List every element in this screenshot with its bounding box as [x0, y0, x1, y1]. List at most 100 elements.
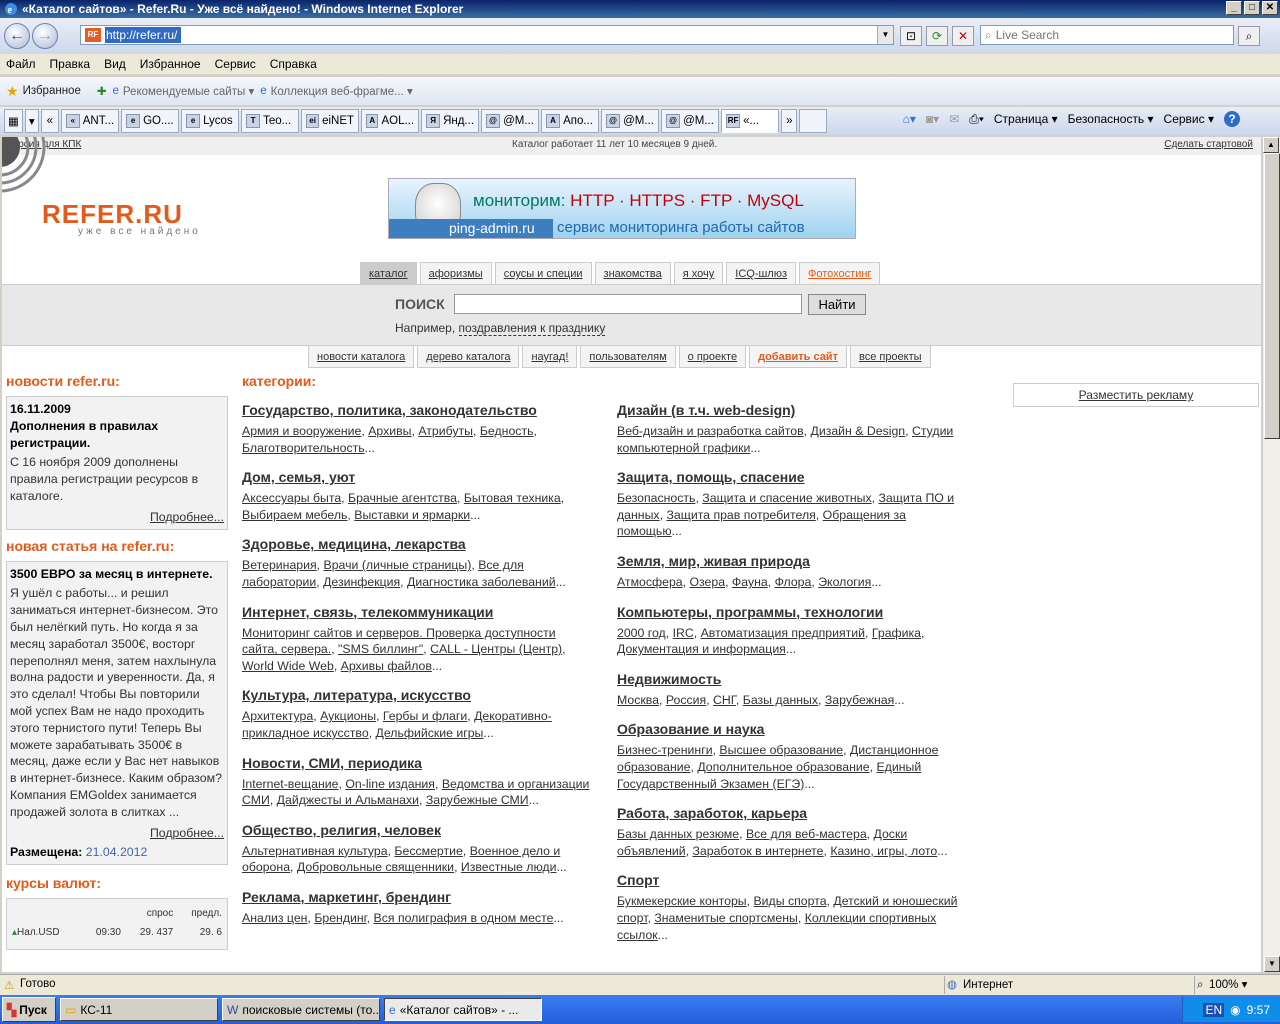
browser-tab[interactable]: «ANT... [61, 109, 120, 133]
browser-tab[interactable]: @ @M... [601, 109, 660, 133]
close-window-button[interactable]: ✕ [1262, 1, 1278, 15]
subcategory-link[interactable]: Брачные агентства [348, 491, 457, 505]
subcategory-link[interactable]: Озера [689, 575, 725, 589]
subcategory-link[interactable]: Альтернативная культура [242, 844, 388, 858]
browser-tab[interactable]: A AOL... [361, 109, 420, 133]
subcategory-link[interactable]: Зарубежная [825, 693, 894, 707]
help-icon[interactable]: ? [1224, 111, 1240, 127]
menu-favorites[interactable]: Избранное [140, 57, 201, 71]
subcategory-link[interactable]: Internet-вещание [242, 777, 338, 791]
category-title-link[interactable]: Образование и наука [617, 721, 967, 737]
subcategory-link[interactable]: Дельфийские игры [376, 726, 484, 740]
subcategory-link[interactable]: Выбираем мебель [242, 508, 347, 522]
nav-dating[interactable]: знакомства [594, 262, 671, 284]
security-menu[interactable]: Безопасность ▾ [1068, 112, 1154, 126]
subcategory-link[interactable]: Анализ цен [242, 911, 307, 925]
nav-icq-gateway[interactable]: ICQ-шлюз [726, 262, 797, 284]
print-icon[interactable]: ⎙▾ [969, 112, 984, 127]
page-menu[interactable]: Страница ▾ [994, 112, 1058, 126]
subcategory-link[interactable]: Документация и информация [617, 642, 786, 656]
search-example-link[interactable]: поздравления к празднику [458, 321, 606, 336]
taskbar-item-word[interactable]: Wпоисковые системы (то... [222, 998, 380, 1021]
browser-tab[interactable]: @ @M... [661, 109, 720, 133]
nav-random[interactable]: наугад! [522, 346, 578, 368]
subcategory-link[interactable]: Безопасность [617, 491, 695, 505]
scroll-thumb[interactable] [1264, 153, 1280, 439]
mail-icon[interactable]: ✉ [949, 112, 959, 126]
subcategory-link[interactable]: Заработок в интернете [692, 844, 823, 858]
subcategory-link[interactable]: Дизайн & Design [811, 424, 906, 438]
subcategory-link[interactable]: Букмекерские конторы [617, 894, 747, 908]
tab-list-button[interactable]: ▾ [24, 109, 39, 133]
subcategory-link[interactable]: Известные люди [461, 860, 557, 874]
zoom-control[interactable]: ⌕ 100% ▾ [1194, 976, 1274, 994]
subcategory-link[interactable]: CALL - Центры (Центр) [430, 642, 562, 656]
new-tab-button[interactable] [799, 109, 828, 133]
category-title-link[interactable]: Спорт [617, 872, 967, 888]
category-title-link[interactable]: Дизайн (в т.ч. web-design) [617, 402, 967, 418]
subcategory-link[interactable]: Высшее образование [719, 743, 843, 757]
stop-icon[interactable]: ✕ [952, 26, 974, 46]
minimize-button[interactable]: _ [1226, 1, 1242, 15]
subcategory-link[interactable]: Защита и спасение животных [702, 491, 871, 505]
category-title-link[interactable]: Общество, религия, человек [242, 822, 592, 838]
category-title-link[interactable]: Земля, мир, живая природа [617, 553, 967, 569]
scroll-tabs-right-button[interactable]: » [781, 109, 798, 133]
subcategory-link[interactable]: Врачи (личные страницы) [324, 558, 472, 572]
vertical-scrollbar[interactable]: ▲ ▼ [1262, 137, 1280, 972]
web-slice-gallery-link[interactable]: e Коллекция веб-фрагме... ▾ [260, 84, 413, 98]
subcategory-link[interactable]: Атрибуты [418, 424, 473, 438]
favorites-button[interactable]: ★ Избранное [6, 83, 81, 100]
category-title-link[interactable]: Интернет, связь, телекоммуникации [242, 604, 592, 620]
subcategory-link[interactable]: Бессмертие [394, 844, 462, 858]
subcategory-link[interactable]: Знаменитые спортсмены [654, 911, 798, 925]
refresh-icon[interactable]: ⟳ [926, 26, 948, 46]
category-title-link[interactable]: Здоровье, медицина, лекарства [242, 536, 592, 552]
category-title-link[interactable]: Государство, политика, законодательство [242, 402, 592, 418]
subcategory-link[interactable]: "SMS биллинг" [338, 642, 423, 656]
subcategory-link[interactable]: Базы данных резюме [617, 827, 739, 841]
nav-add-site[interactable]: добавить сайт [749, 346, 847, 368]
subcategory-link[interactable]: Дайджесты и Альманахи [277, 793, 419, 807]
taskbar-item-folder[interactable]: ▭ КС-11 [60, 998, 218, 1021]
subcategory-link[interactable]: Бедность [480, 424, 534, 438]
address-input[interactable] [105, 27, 181, 43]
subcategory-link[interactable]: Виды спорта [753, 894, 826, 908]
subcategory-link[interactable]: World Wide Web [242, 659, 334, 673]
nav-sauces[interactable]: соусы и специи [494, 262, 592, 284]
subcategory-link[interactable]: Аксессуары быта [242, 491, 341, 505]
subcategory-link[interactable]: Графика [872, 626, 921, 640]
category-title-link[interactable]: Новости, СМИ, периодика [242, 755, 592, 771]
ad-banner[interactable]: мониторим: HTTP · HTTPS · FTP · MySQL pi… [388, 178, 856, 239]
category-title-link[interactable]: Защита, помощь, спасение [617, 469, 967, 485]
category-title-link[interactable]: Культура, литература, искусство [242, 687, 592, 703]
subcategory-link[interactable]: Архивы файлов [341, 659, 432, 673]
scroll-tabs-left-button[interactable]: « [40, 109, 60, 133]
nav-users[interactable]: пользователям [580, 346, 676, 368]
start-button[interactable]: ▚ Пуск [2, 997, 56, 1022]
maximize-button[interactable]: □ [1244, 1, 1260, 15]
subcategory-link[interactable]: Брендинг [314, 911, 366, 925]
nav-aphorisms[interactable]: афоризмы [419, 262, 492, 284]
nav-about[interactable]: о проекте [678, 346, 747, 368]
add-favorite-button[interactable]: ✚ [97, 84, 107, 98]
category-title-link[interactable]: Работа, заработок, карьера [617, 805, 967, 821]
address-bar[interactable]: RF ▼ [80, 25, 894, 45]
subcategory-link[interactable]: On-line издания [345, 777, 435, 791]
subcategory-link[interactable]: Благотворительность [242, 441, 365, 455]
menu-tools[interactable]: Сервис [215, 57, 256, 71]
live-search-input[interactable] [995, 28, 1216, 42]
home-icon[interactable]: ⌂▾ [903, 112, 916, 126]
subcategory-link[interactable]: Фауна [732, 575, 768, 589]
suggested-sites-link[interactable]: e Рекомендуемые сайты ▾ [112, 84, 254, 98]
subcategory-link[interactable]: Вся полиграфия в одном месте [374, 911, 554, 925]
subcategory-link[interactable]: Диагностика заболеваний [407, 575, 556, 589]
browser-tab[interactable]: Я Янд... [421, 109, 480, 133]
subcategory-link[interactable]: Автоматизация предприятий [701, 626, 865, 640]
subcategory-link[interactable]: Армия и вооружение [242, 424, 361, 438]
menu-view[interactable]: Вид [104, 57, 126, 71]
category-title-link[interactable]: Недвижимость [617, 671, 967, 687]
quick-tabs-button[interactable]: ▦ [4, 109, 23, 133]
search-go-icon[interactable]: ⌕ [1238, 26, 1260, 46]
subcategory-link[interactable]: Экология [818, 575, 871, 589]
